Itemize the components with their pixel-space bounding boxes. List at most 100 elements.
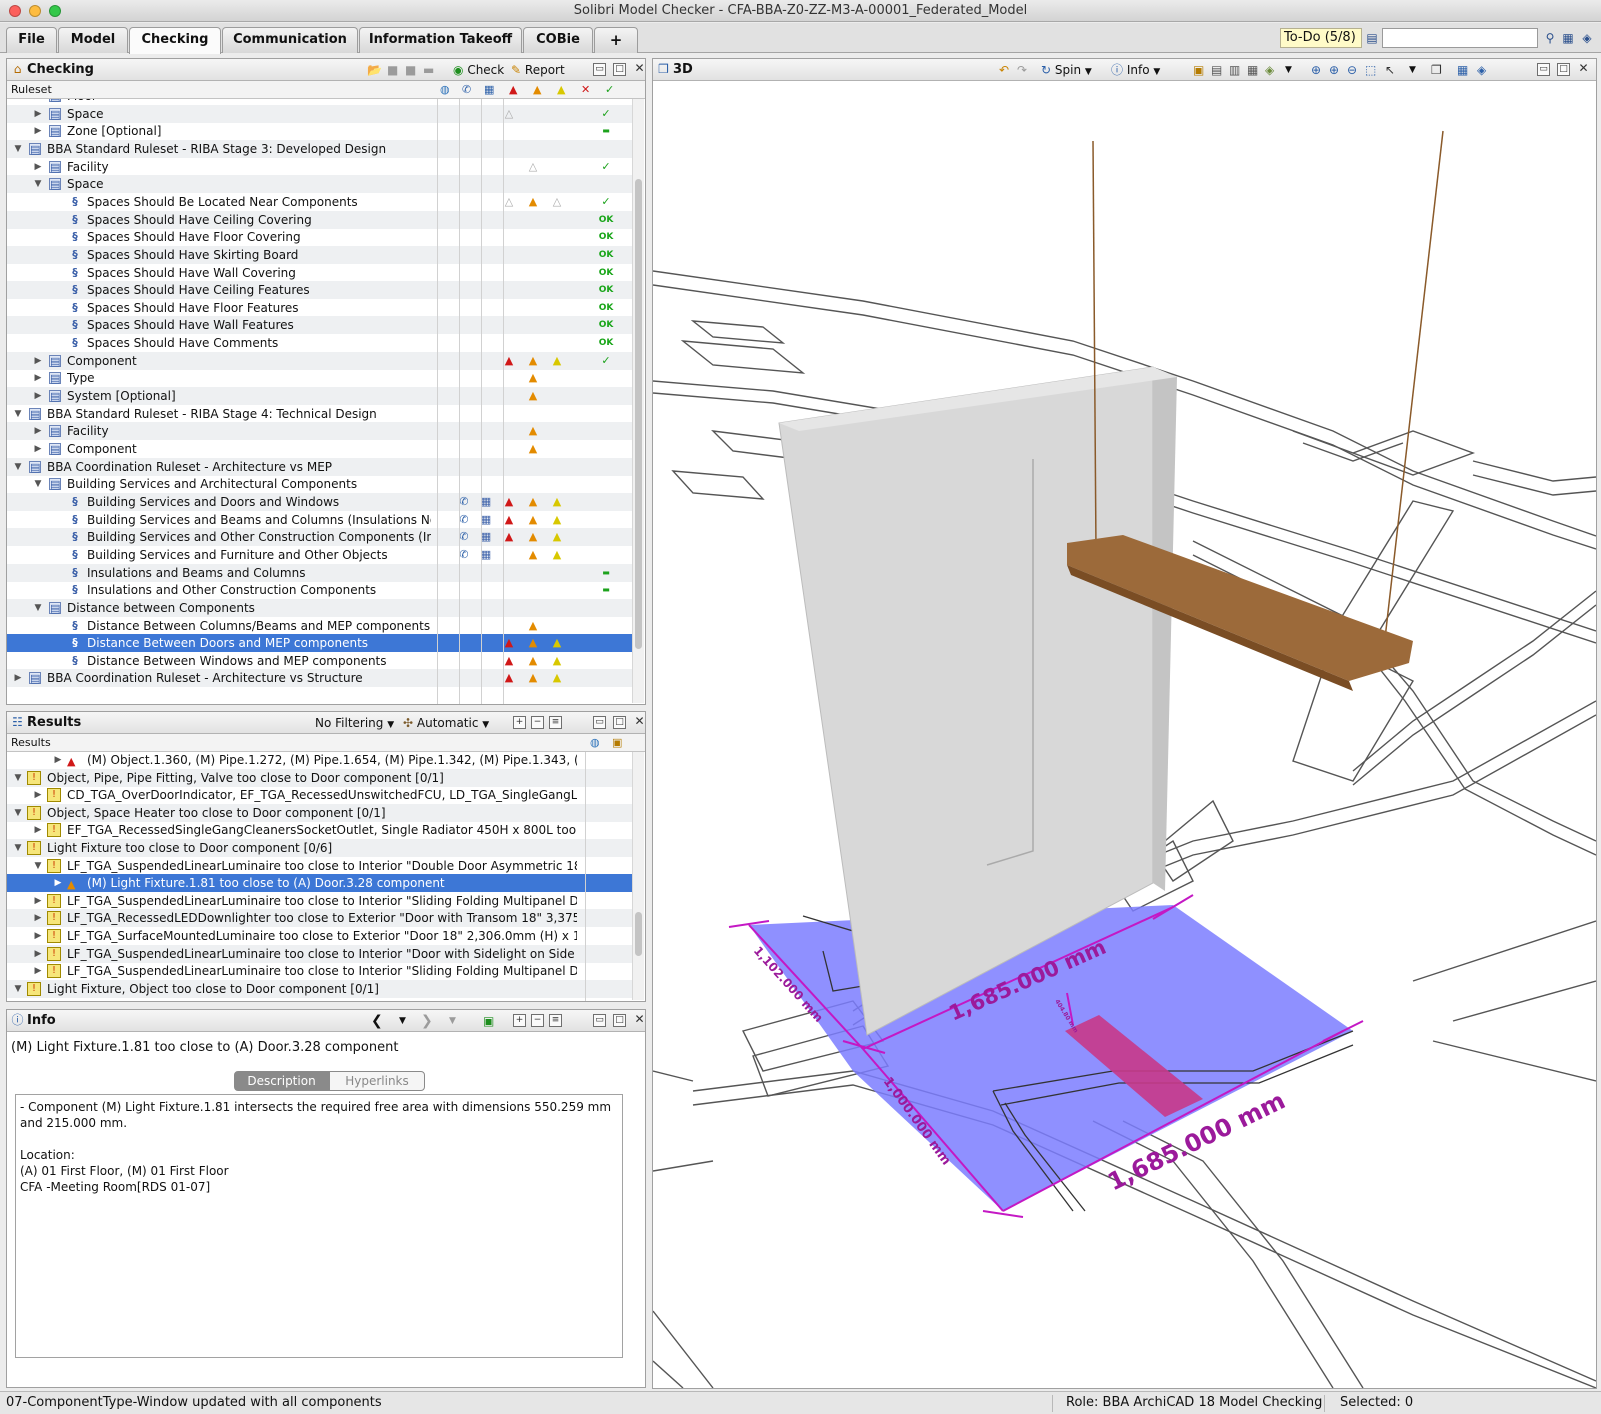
layout-icon[interactable]: ▦ [1560, 30, 1576, 46]
result-row[interactable]: ▼! Light Fixture too close to Door compon… [7, 839, 633, 857]
lock-column-icon[interactable]: ▣ [612, 734, 622, 751]
rule-row[interactable]: § Spaces Should Be Located Near Component… [7, 193, 633, 211]
maximize-panel-icon[interactable]: □ [613, 63, 626, 76]
rule-row[interactable]: § Spaces Should Have Ceiling Features OK [7, 281, 633, 300]
tab-checking[interactable]: Checking [129, 27, 221, 54]
ruleset-scrollbar[interactable] [632, 99, 644, 703]
ruleset-row[interactable]: ▶ ▤ Facility ▲ [7, 422, 633, 441]
moderate-severity-icon[interactable]: ▲ [533, 81, 541, 98]
close-panel-icon[interactable]: ✕ [633, 715, 646, 729]
zoom-out-icon[interactable]: ⊖ [1347, 62, 1357, 78]
table-column-icon[interactable]: ▦ [484, 81, 494, 98]
spin-dropdown[interactable]: ↻ Spin ▼ [1041, 62, 1092, 78]
collapse-arrow-icon[interactable]: ▼ [33, 857, 43, 875]
view-iso-icon[interactable]: ▦ [1247, 62, 1258, 78]
expand-all-icon[interactable]: + [513, 716, 526, 729]
view-side-icon[interactable]: ▥ [1229, 62, 1240, 78]
expand-arrow-icon[interactable]: ▶ [33, 962, 43, 980]
ruleset-row[interactable]: ▼ ▤ Space [7, 175, 633, 194]
result-row[interactable]: ▶! LF_TGA_RecessedLEDDownlighter too clos… [7, 909, 633, 928]
collapse-arrow-icon[interactable]: ▼ [13, 980, 23, 998]
collapse-all-icon[interactable]: − [531, 1014, 544, 1027]
expand-arrow-icon[interactable]: ▶ [33, 352, 43, 370]
result-row[interactable]: ▼! Object, Space Heater too close to Door… [7, 803, 633, 822]
ruleset-row[interactable]: ▶ ▤ BBA Coordination Ruleset - Architectur… [7, 669, 633, 688]
collapse-arrow-icon[interactable]: ▼ [13, 405, 23, 423]
collapse-list-icon[interactable]: ≡ [549, 1014, 562, 1027]
collapse-arrow-icon[interactable]: ▼ [33, 175, 43, 193]
collapse-all-icon[interactable]: − [531, 716, 544, 729]
todo-button[interactable]: To-Do (5/8) [1280, 28, 1362, 48]
maximize-panel-icon[interactable]: □ [613, 716, 626, 729]
ruleset-row[interactable]: ▼ ▤ Building Services and Architectural Co… [7, 475, 633, 493]
expand-arrow-icon[interactable]: ▶ [33, 440, 43, 458]
chevron-down-icon[interactable]: ▼ [449, 1013, 456, 1029]
collapse-arrow-icon[interactable]: ▼ [33, 475, 43, 493]
ruleset-row[interactable]: ▼ ▤ BBA Standard Ruleset - RIBA Stage 4: T… [7, 405, 633, 423]
layers-icon[interactable]: ◈ [1477, 62, 1486, 78]
ruleset-row[interactable]: ▶ ▤ Space △ ✓ [7, 104, 633, 123]
restore-panel-icon[interactable]: ▭ [593, 63, 606, 76]
rule-row[interactable]: § Distance Between Windows and MEP compon… [7, 652, 633, 670]
rule-row[interactable]: § Insulations and Beams and Columns ▬ [7, 563, 633, 582]
close-ruleset-icon[interactable]: ▬ [423, 62, 434, 78]
tab-information-takeoff[interactable]: Information Takeoff [359, 27, 522, 53]
rule-row[interactable]: § Building Services and Doors and Windows… [7, 492, 633, 511]
ruleset-row[interactable]: ▶ ▤ Component ▲ [7, 440, 633, 458]
todo-list-icon[interactable]: ▤ [1364, 30, 1380, 46]
mode-dropdown[interactable]: ✣ Automatic ▼ [403, 715, 489, 731]
zoom-in-icon[interactable]: ⊕ [1329, 62, 1339, 78]
collapse-arrow-icon[interactable]: ▼ [13, 839, 23, 857]
expand-arrow-icon[interactable]: ▶ [13, 669, 23, 687]
result-row[interactable]: ▶! LF_TGA_SurfaceMountedLuminaire too clo… [7, 927, 633, 945]
expand-arrow-icon[interactable]: ▶ [33, 158, 43, 176]
tab-model[interactable]: Model [58, 27, 128, 53]
close-panel-icon[interactable]: ✕ [633, 62, 646, 76]
expand-arrow-icon[interactable]: ▶ [33, 927, 43, 945]
rule-row[interactable]: § Distance Between Doors and MEP componen… [7, 634, 633, 653]
ruleset-row[interactable]: ▶ ▤ Zone [Optional] ▬ [7, 122, 633, 140]
close-panel-icon[interactable]: ✕ [1577, 62, 1590, 76]
globe-column-icon[interactable]: ◍ [440, 81, 450, 98]
open-ruleset-icon[interactable]: 📂 [367, 62, 382, 78]
collapse-arrow-icon[interactable]: ▼ [13, 458, 23, 476]
tool-column-icon[interactable]: ✆ [462, 81, 471, 98]
expand-arrow-icon[interactable]: ▶ [33, 786, 43, 804]
undo-view-icon[interactable]: ↶ [999, 62, 1009, 78]
chevron-down-icon[interactable]: ▼ [1409, 62, 1416, 78]
result-row[interactable]: ▶! EF_TGA_RecessedSingleGangCleanersSocke… [7, 821, 633, 839]
close-panel-icon[interactable]: ✕ [633, 1013, 646, 1027]
ruleset-row[interactable]: ▼ ▤ BBA Standard Ruleset - RIBA Stage 3: D… [7, 139, 633, 158]
ruleset-row[interactable]: ▼ ▤ Distance between Components [7, 598, 633, 617]
redo-view-icon[interactable]: ↷ [1017, 62, 1027, 78]
view-box-icon[interactable]: ▣ [1193, 62, 1204, 78]
rule-row[interactable]: § Spaces Should Have Comments OK [7, 334, 633, 352]
result-row[interactable]: ▶! CD_TGA_OverDoorIndicator, EF_TGA_Reces… [7, 786, 633, 804]
result-row[interactable]: ▶! LF_TGA_SuspendedLinearLuminaire too cl… [7, 962, 633, 980]
ruleset-row[interactable]: ▶ ▤ Component ▲ ▲ ▲ ✓ [7, 351, 633, 370]
view-color-icon[interactable]: ◈ [1265, 62, 1274, 78]
restore-panel-icon[interactable]: ▭ [593, 1014, 606, 1027]
tab-hyperlinks[interactable]: Hyperlinks [329, 1071, 425, 1091]
expand-arrow-icon[interactable]: ▶ [53, 752, 63, 769]
expand-arrow-icon[interactable]: ▶ [33, 387, 43, 405]
result-row[interactable]: ▶! LF_TGA_SuspendedLinearLuminaire too cl… [7, 892, 633, 910]
results-scrollbar[interactable] [632, 752, 644, 1000]
collapse-arrow-icon[interactable]: ▼ [13, 140, 23, 158]
zoom-all-icon[interactable]: ⊕ [1311, 62, 1321, 78]
save-as-icon[interactable]: ■ [405, 62, 416, 78]
result-row[interactable]: ▶ ▲ (M) Light Fixture.1.81 too close to (A… [7, 874, 633, 893]
passed-icon[interactable]: ✓ [605, 81, 614, 98]
ruleset-row[interactable]: ▼ ▤ BBA Coordination Ruleset - Architectur… [7, 457, 633, 476]
expand-arrow-icon[interactable]: ▶ [33, 105, 43, 123]
maximize-panel-icon[interactable]: □ [1557, 63, 1570, 76]
rule-row[interactable]: § Spaces Should Have Ceiling Covering OK [7, 210, 633, 229]
chevron-down-icon[interactable]: ▼ [399, 1013, 406, 1029]
expand-arrow-icon[interactable]: ▶ [33, 122, 43, 140]
minimize-window-button[interactable] [29, 5, 41, 17]
report-button[interactable]: ✎ Report [511, 62, 565, 78]
result-row[interactable]: ▼! LF_TGA_SuspendedLinearLuminaire too cl… [7, 857, 633, 875]
search-input[interactable] [1382, 28, 1538, 48]
expand-arrow-icon[interactable]: ▶ [33, 422, 43, 440]
rule-row[interactable]: § Spaces Should Have Wall Covering OK [7, 264, 633, 282]
